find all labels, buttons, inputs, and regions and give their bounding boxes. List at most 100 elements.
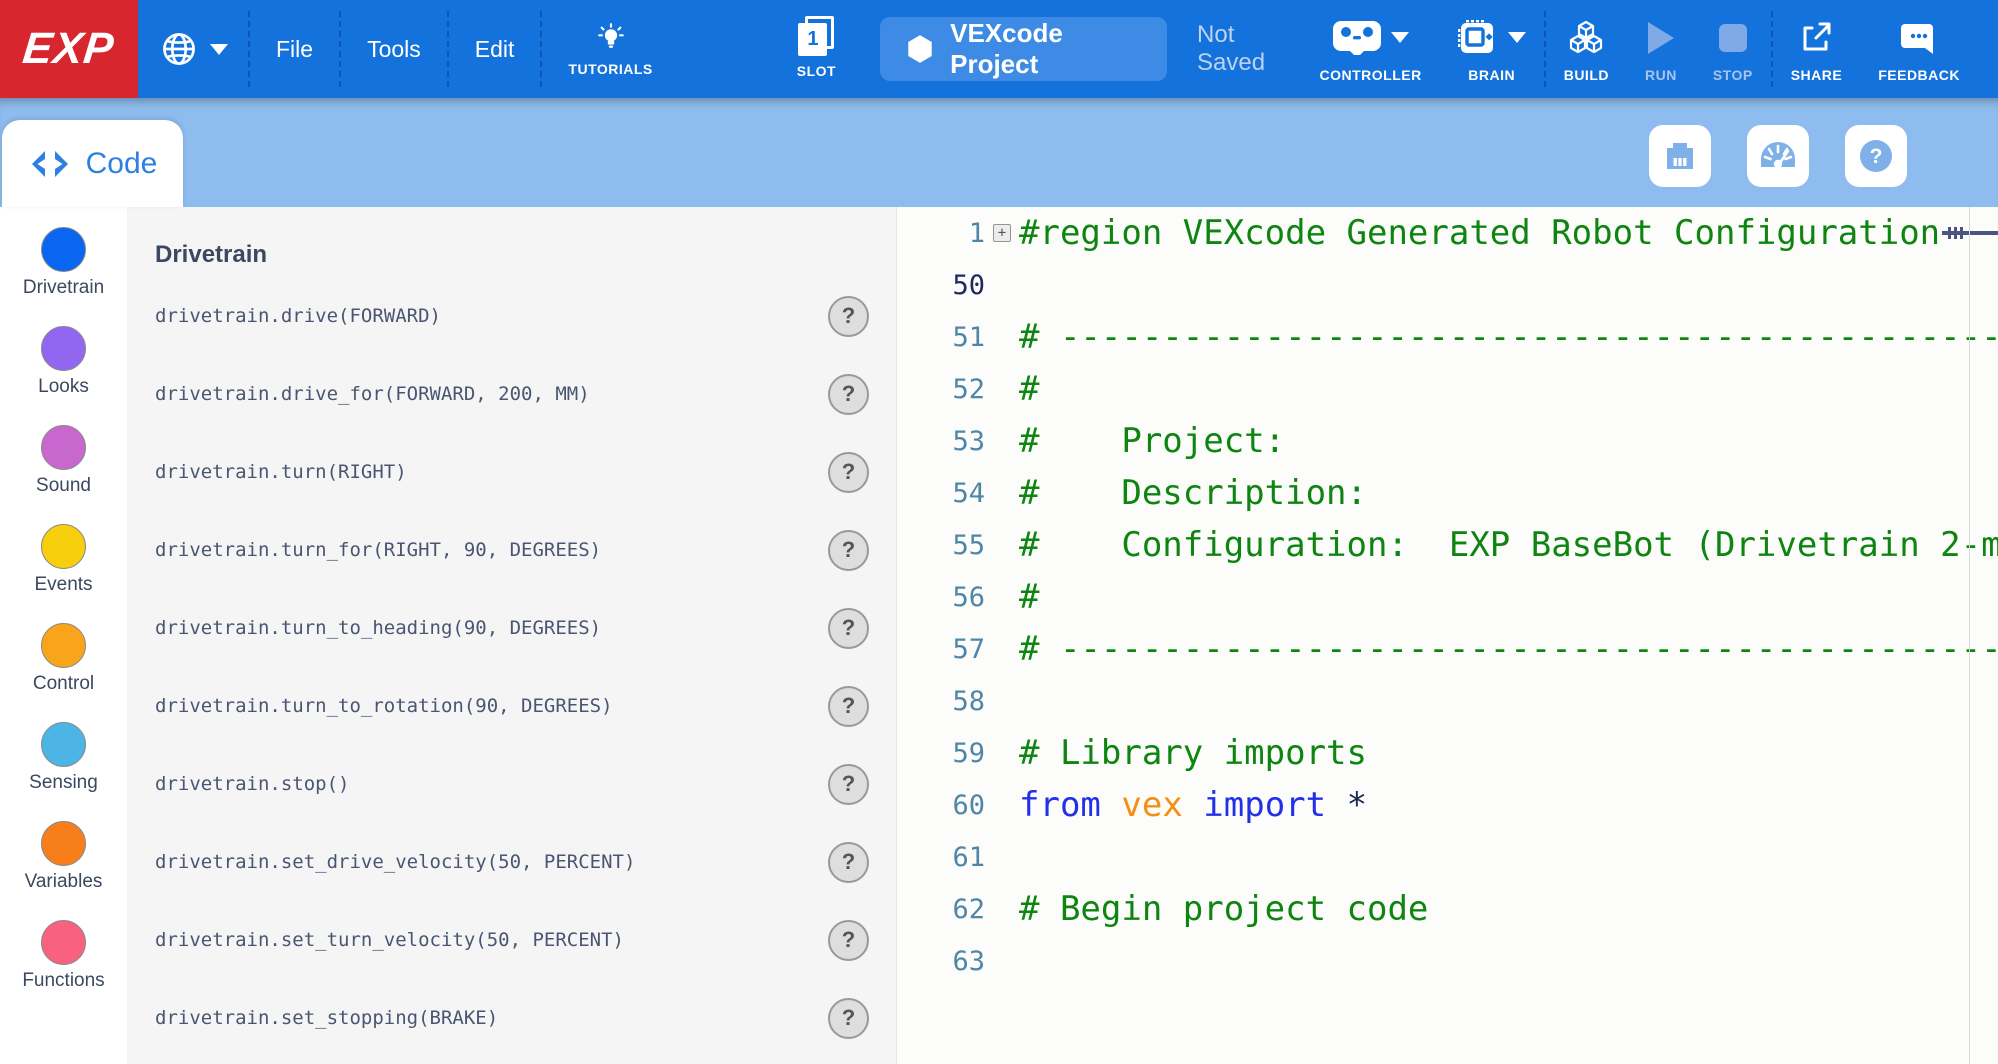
code-line-text: # --------------------------------------… xyxy=(1019,629,1998,669)
category-label: Control xyxy=(33,673,94,695)
fold-expand-icon[interactable]: + xyxy=(993,224,1011,242)
command-snippet[interactable]: drivetrain.set_stopping(BRAKE) xyxy=(155,1007,498,1029)
stop-button[interactable]: STOP xyxy=(1695,0,1771,98)
build-blocks-icon xyxy=(1567,19,1605,57)
code-line-text: # Configuration: EXP BaseBot (Drivetrain… xyxy=(1019,525,1998,565)
command-snippet[interactable]: drivetrain.set_drive_velocity(50, PERCEN… xyxy=(155,851,635,873)
editor-line: 1 + #region VEXcode Generated Robot Config… xyxy=(897,207,1998,259)
code-line-text: from vex import * xyxy=(1019,785,1998,825)
command-snippet[interactable]: drivetrain.turn_to_rotation(90, DEGREES) xyxy=(155,695,613,717)
command-snippet[interactable]: drivetrain.turn_to_heading(90, DEGREES) xyxy=(155,617,601,639)
command-snippet[interactable]: drivetrain.drive(FORWARD) xyxy=(155,305,441,327)
sidebar-item-sensing[interactable]: Sensing xyxy=(0,722,127,794)
code-token: from xyxy=(1019,785,1101,825)
sidebar-item-events[interactable]: Events xyxy=(0,524,127,596)
device-port-icon xyxy=(1660,136,1700,176)
line-number: 51 xyxy=(897,322,985,353)
share-button[interactable]: SHARE xyxy=(1773,0,1861,98)
sidebar-item-drivetrain[interactable]: Drivetrain xyxy=(0,227,127,299)
category-circle-icon xyxy=(41,623,86,668)
help-button[interactable]: ? xyxy=(1845,125,1907,187)
project-name: VEXcode Project xyxy=(950,18,1141,80)
code-line-text: # xyxy=(1019,577,1998,617)
code-token xyxy=(1183,785,1203,825)
line-number: 63 xyxy=(897,946,985,977)
sidebar-item-variables[interactable]: Variables xyxy=(0,821,127,893)
globe-icon xyxy=(160,30,198,68)
category-circle-icon xyxy=(41,722,86,767)
editor-line: 53 # Project: xyxy=(897,415,1998,467)
command-row: drivetrain.stop()? xyxy=(127,745,896,823)
command-help-button[interactable]: ? xyxy=(828,530,869,571)
line-number: 53 xyxy=(897,426,985,457)
editor-line: 59 # Library imports xyxy=(897,727,1998,779)
tab-code[interactable]: Code xyxy=(2,120,183,207)
command-help-button[interactable]: ? xyxy=(828,686,869,727)
command-snippet[interactable]: drivetrain.drive_for(FORWARD, 200, MM) xyxy=(155,383,590,405)
command-help-button[interactable]: ? xyxy=(828,998,869,1039)
command-row: drivetrain.turn_to_heading(90, DEGREES)? xyxy=(127,589,896,667)
palette-section-header: Drivetrain xyxy=(155,241,896,269)
sidebar-item-looks[interactable]: Looks xyxy=(0,326,127,398)
chevron-down-icon xyxy=(210,44,228,55)
command-help-button[interactable]: ? xyxy=(828,374,869,415)
line-number: 1 xyxy=(897,218,985,249)
code-token: # --------------------------------------… xyxy=(1019,629,1998,669)
command-snippet[interactable]: drivetrain.turn(RIGHT) xyxy=(155,461,407,483)
command-help-button[interactable]: ? xyxy=(828,842,869,883)
workspace: Drivetrain Looks Sound Events Control Sensing… xyxy=(0,207,1998,1064)
slot-label: SLOT xyxy=(797,63,836,79)
command-help-button[interactable]: ? xyxy=(828,296,869,337)
command-help-button[interactable]: ? xyxy=(828,764,869,805)
command-row: drivetrain.drive_for(FORWARD, 200, MM)? xyxy=(127,355,896,433)
build-button[interactable]: BUILD xyxy=(1546,0,1627,98)
question-mark-icon: ? xyxy=(1855,135,1897,177)
language-menu[interactable] xyxy=(138,0,248,98)
save-status: Not Saved xyxy=(1197,21,1301,77)
editor-line: 61 xyxy=(897,831,1998,883)
controller-button[interactable]: CONTROLLER xyxy=(1301,0,1439,98)
project-name-button[interactable]: VEXcode Project xyxy=(880,17,1167,81)
devices-button[interactable] xyxy=(1649,125,1711,187)
run-play-icon xyxy=(1648,22,1674,54)
category-label: Drivetrain xyxy=(23,277,104,299)
code-token: #region VEXcode Generated Robot Configur… xyxy=(1019,213,1940,253)
category-circle-icon xyxy=(41,821,86,866)
controller-label: CONTROLLER xyxy=(1319,67,1421,83)
command-row: drivetrain.turn_for(RIGHT, 90, DEGREES)? xyxy=(127,511,896,589)
sidebar-item-control[interactable]: Control xyxy=(0,623,127,695)
feedback-button[interactable]: FEEDBACK xyxy=(1860,0,1978,98)
command-snippet[interactable]: drivetrain.set_turn_velocity(50, PERCENT… xyxy=(155,929,624,951)
command-help-button[interactable]: ? xyxy=(828,920,869,961)
run-button[interactable]: RUN xyxy=(1627,0,1695,98)
slot-icon: 1 xyxy=(798,20,834,56)
tutorials-button[interactable]: TUTORIALS xyxy=(542,0,678,98)
menu-tools[interactable]: Tools xyxy=(341,0,447,98)
code-editor[interactable]: 1 + #region VEXcode Generated Robot Config… xyxy=(897,207,1998,1064)
menu-file[interactable]: File xyxy=(250,0,339,98)
run-label: RUN xyxy=(1645,67,1677,83)
slot-selector[interactable]: 1 SLOT xyxy=(787,0,846,98)
editor-line: 56# xyxy=(897,571,1998,623)
editor-scrollbar-rule[interactable] xyxy=(1969,207,1970,1064)
dashboard-button[interactable] xyxy=(1747,125,1809,187)
command-snippet[interactable]: drivetrain.turn_for(RIGHT, 90, DEGREES) xyxy=(155,539,601,561)
share-label: SHARE xyxy=(1791,67,1843,83)
editor-line: 57# ------------------------------------… xyxy=(897,623,1998,675)
menu-edit[interactable]: Edit xyxy=(449,0,541,98)
brain-button[interactable]: BRAIN xyxy=(1440,0,1544,98)
line-number: 59 xyxy=(897,738,985,769)
code-line-text: # xyxy=(1019,369,1998,409)
code-line-text: # Library imports xyxy=(1019,733,1998,773)
code-token: # Project: xyxy=(1019,421,1285,461)
workspace-tools: ? xyxy=(1649,125,1907,187)
line-number: 54 xyxy=(897,478,985,509)
command-help-button[interactable]: ? xyxy=(828,608,869,649)
chevron-down-icon xyxy=(1508,32,1526,43)
command-snippet[interactable]: drivetrain.stop() xyxy=(155,773,349,795)
command-help-button[interactable]: ? xyxy=(828,452,869,493)
code-token: * xyxy=(1347,785,1367,825)
sidebar-item-sound[interactable]: Sound xyxy=(0,425,127,497)
sidebar-item-functions[interactable]: Functions xyxy=(0,920,127,992)
code-line-text: # --------------------------------------… xyxy=(1019,317,1998,357)
